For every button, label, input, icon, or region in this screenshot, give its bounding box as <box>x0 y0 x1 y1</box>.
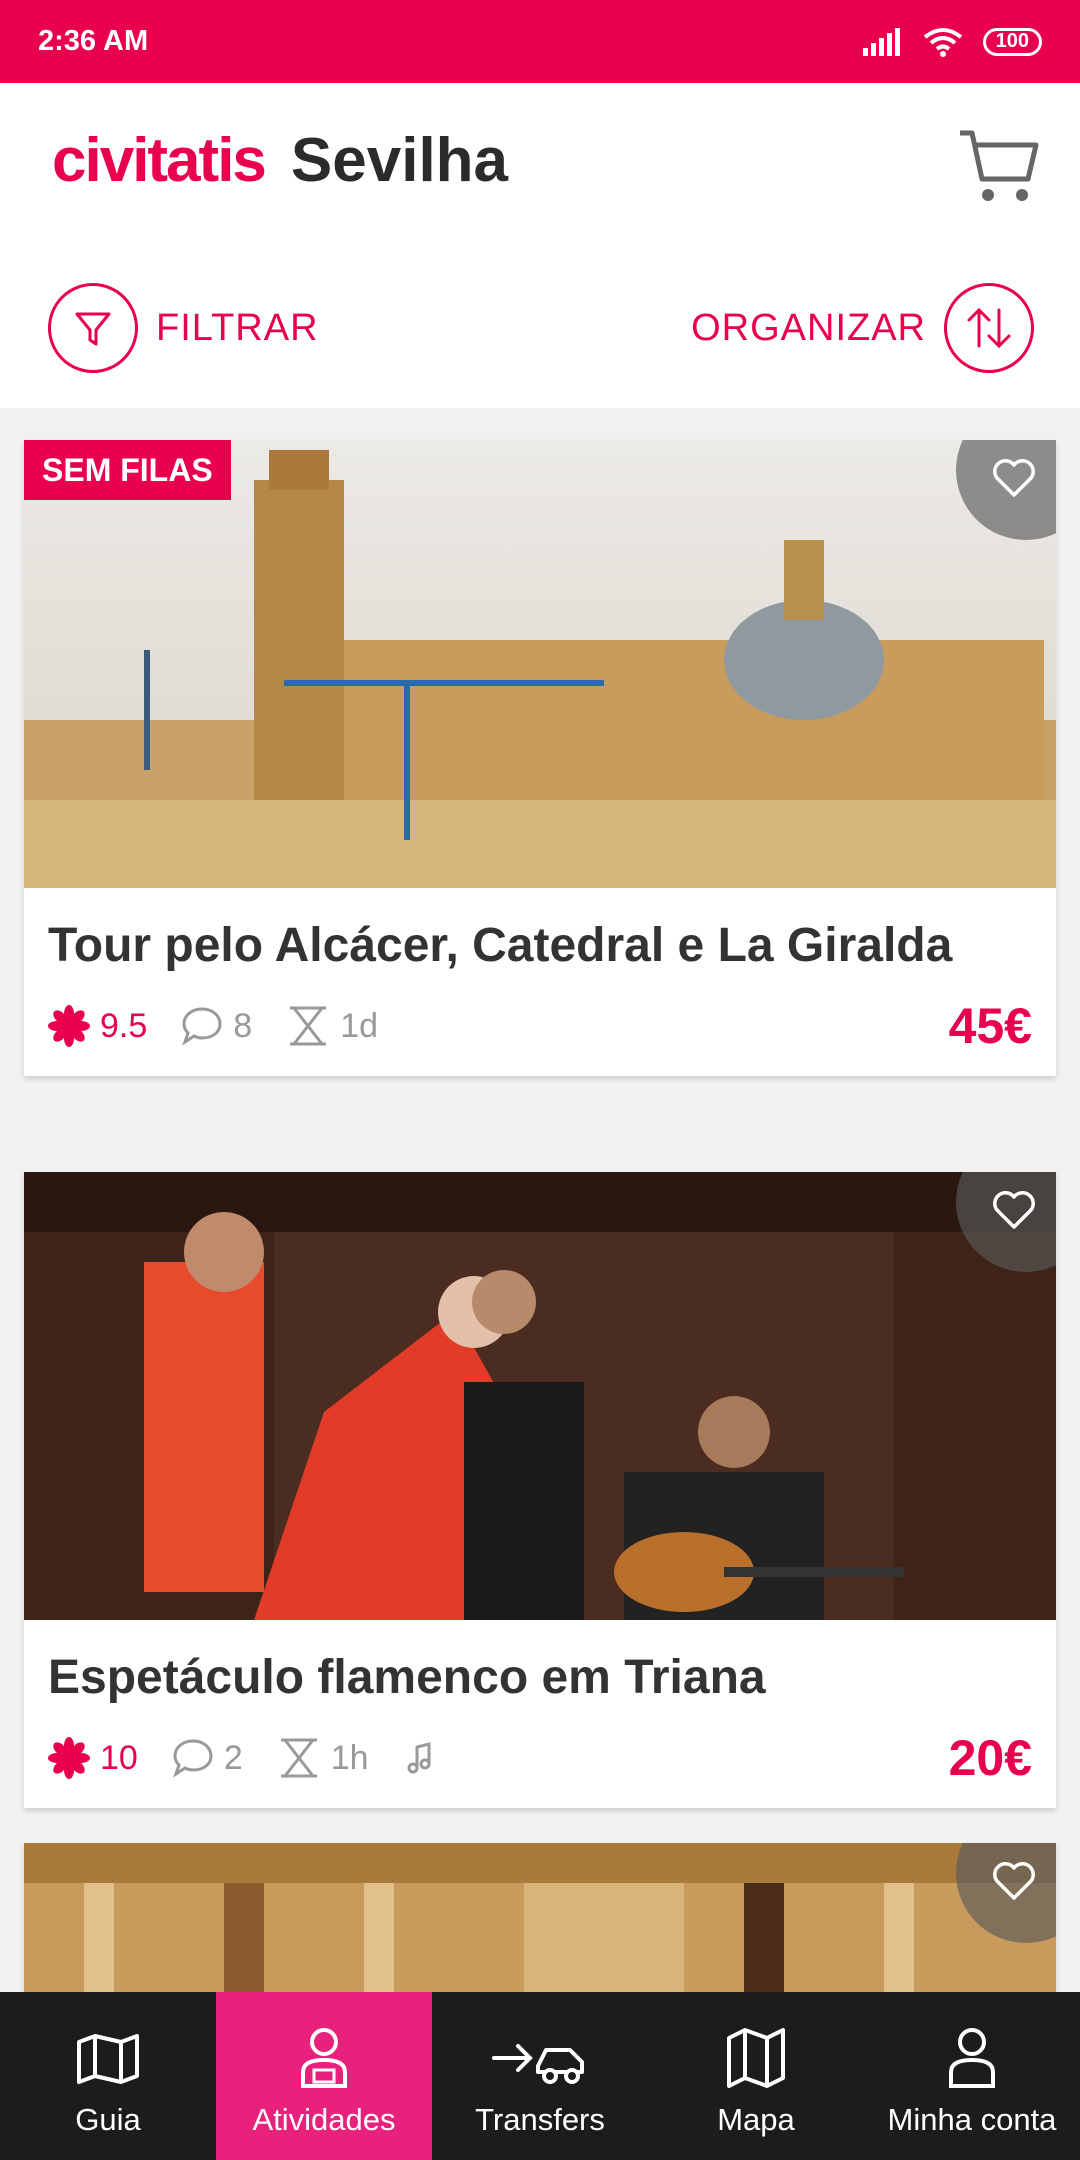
flamenco-image <box>24 1172 1056 1620</box>
activity-image[interactable] <box>24 1172 1056 1620</box>
comment-count: 8 <box>233 1006 253 1045</box>
city-title: Sevilha <box>290 126 509 195</box>
rating-icon <box>48 1005 90 1047</box>
activity-title: Espetáculo flamenco em Triana <box>48 1651 766 1704</box>
duration-value: 1d <box>340 1006 379 1045</box>
rating: 9.5 <box>48 1005 147 1047</box>
hourglass-icon <box>280 1738 317 1778</box>
ticket-person-icon <box>301 2028 347 2088</box>
alhambra-image <box>24 1843 1056 2003</box>
price: 45€ <box>948 998 1032 1054</box>
comment-icon <box>173 1739 213 1778</box>
price: 20€ <box>948 1730 1032 1786</box>
user-icon <box>949 2028 995 2088</box>
nav-transfers[interactable]: Transfers <box>432 1992 648 2160</box>
signal-icon <box>862 27 900 56</box>
car-arrow-icon <box>492 2044 584 2084</box>
comments: 2 <box>172 1738 243 1778</box>
heart-icon[interactable] <box>992 1190 1036 1230</box>
nav-minha-conta[interactable]: Minha conta <box>864 1992 1080 2160</box>
duration: 1h <box>277 1737 369 1779</box>
status-time: 2:36 AM <box>38 25 149 57</box>
activity-image[interactable] <box>24 1843 1056 2003</box>
filter-icon <box>48 283 138 373</box>
comment-count: 2 <box>223 1738 243 1777</box>
activity-card[interactable] <box>24 1843 1056 2003</box>
status-bar: 2:36 AM 100 <box>0 0 1080 83</box>
sort-label: ORGANIZAR <box>691 306 926 349</box>
filter-label: FILTRAR <box>156 306 319 349</box>
filter-button[interactable]: FILTRAR <box>48 283 319 373</box>
sort-icon <box>944 283 1034 373</box>
rating-icon <box>48 1737 90 1779</box>
heart-icon[interactable] <box>992 458 1036 498</box>
bottom-nav: Guia Atividades Transfers Mapa Minha con… <box>0 1992 1080 2160</box>
rating: 10 <box>48 1737 138 1779</box>
comment-icon <box>182 1007 222 1046</box>
sort-button[interactable]: ORGANIZAR <box>691 283 1034 373</box>
nav-label: Atividades <box>252 2102 396 2137</box>
nav-guia[interactable]: Guia <box>0 1992 216 2160</box>
music-note-icon <box>407 1742 431 1774</box>
hourglass-icon <box>290 1006 327 1046</box>
activity-card[interactable]: Espetáculo flamenco em Triana 10 2 1h 20… <box>24 1172 1056 1808</box>
nav-label: Minha conta <box>887 2102 1057 2137</box>
activity-title: Tour pelo Alcácer, Catedral e La Giralda <box>48 919 953 972</box>
no-queue-badge: SEM FILAS <box>24 440 231 500</box>
logo-row: civitatis Sevilha <box>52 125 508 196</box>
music-tag <box>403 1741 437 1775</box>
duration-value: 1h <box>330 1738 369 1777</box>
cathedral-image <box>24 440 1056 888</box>
header: civitatis Sevilha FILTRAR ORGANIZAR <box>0 83 1080 408</box>
rating-value: 10 <box>100 1738 138 1777</box>
brand-logo[interactable]: civitatis <box>52 125 267 196</box>
activity-card[interactable]: SEM FILAS Tour pelo Alcácer, Catedral e … <box>24 440 1056 1076</box>
nav-atividades[interactable]: Atividades <box>216 1992 432 2160</box>
activity-meta: 10 2 1h 20€ <box>24 1708 1056 1808</box>
map-pin-icon <box>77 2034 139 2084</box>
nav-mapa[interactable]: Mapa <box>648 1992 864 2160</box>
nav-label: Mapa <box>717 2102 795 2137</box>
battery-indicator: 100 <box>982 27 1042 56</box>
activity-image[interactable]: SEM FILAS <box>24 440 1056 888</box>
status-icons: 100 <box>862 27 1042 57</box>
comments: 8 <box>181 1006 252 1046</box>
nav-label: Transfers <box>475 2102 605 2137</box>
cart-icon[interactable] <box>956 123 1042 209</box>
nav-label: Guia <box>75 2102 141 2137</box>
filter-sort-bar: FILTRAR ORGANIZAR <box>0 283 1080 375</box>
wifi-icon <box>923 27 962 57</box>
duration: 1d <box>286 1005 378 1047</box>
heart-icon[interactable] <box>992 1861 1036 1901</box>
rating-value: 9.5 <box>100 1006 148 1045</box>
map-icon <box>727 2028 785 2088</box>
activity-meta: 9.5 8 1d 45€ <box>24 976 1056 1076</box>
